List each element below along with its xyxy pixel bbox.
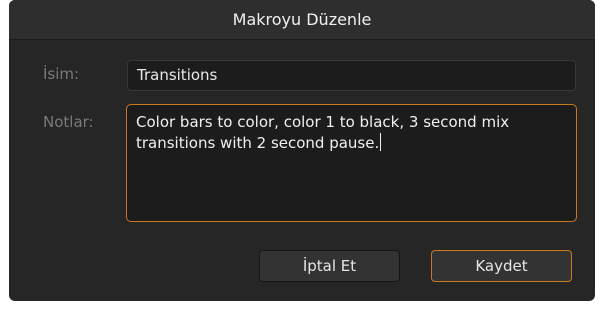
edit-macro-dialog: Makroyu Düzenle İsim: Transitions Notlar… [9,0,595,301]
text-caret [380,133,382,151]
dialog-title-bar: Makroyu Düzenle [9,0,595,40]
save-button-label: Kaydet [475,257,528,275]
notes-textarea[interactable]: Color bars to color, color 1 to black, 3… [126,104,577,222]
cancel-button[interactable]: İptal Et [259,250,400,282]
notes-label: Notlar: [43,113,94,131]
cancel-button-label: İptal Et [302,257,357,275]
name-input[interactable]: Transitions [127,60,576,91]
notes-textarea-value: Color bars to color, color 1 to black, 3… [136,113,510,152]
save-button[interactable]: Kaydet [431,250,572,282]
dialog-title: Makroyu Düzenle [232,10,372,29]
name-label: İsim: [43,65,80,83]
name-input-value: Transitions [137,66,218,84]
